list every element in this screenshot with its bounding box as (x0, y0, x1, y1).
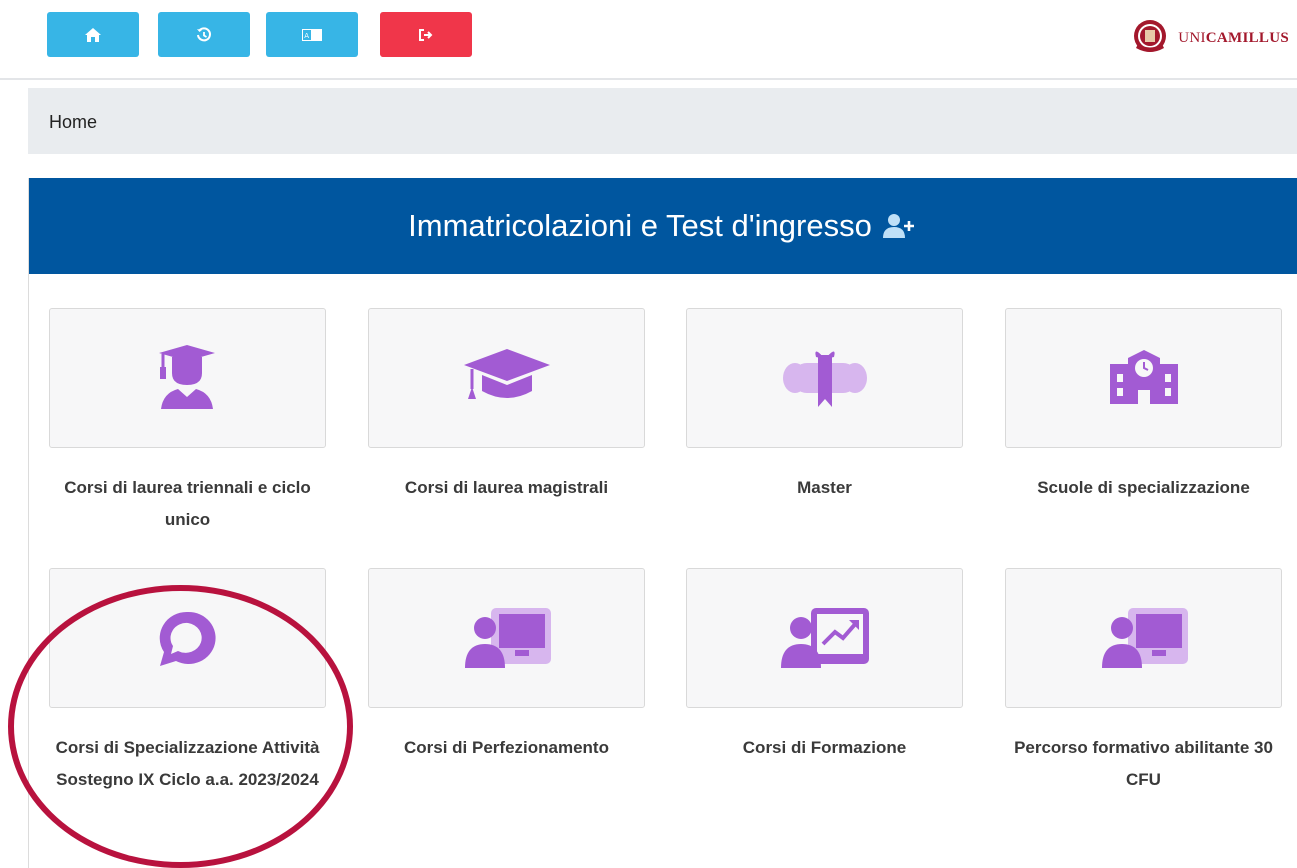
card-icon-box[interactable] (368, 308, 645, 448)
card-icon-box[interactable] (686, 308, 963, 448)
graduate-student-icon (158, 345, 215, 409)
unicamillus-logo[interactable]: UNICAMILLUS (1126, 14, 1289, 62)
svg-text:A: A (304, 32, 309, 40)
teacher-board-icon (1101, 608, 1188, 668)
card-label[interactable]: Corsi di Perfezionamento (368, 732, 645, 764)
card-label[interactable]: Master (686, 472, 963, 504)
home-button[interactable] (47, 12, 139, 57)
card-label[interactable]: Scuole di specializzazione (1005, 472, 1282, 504)
breadcrumb: Home (28, 88, 1297, 154)
card-icon-box[interactable] (49, 308, 326, 448)
language-button[interactable]: A (266, 12, 358, 57)
card-icon-box[interactable] (686, 568, 963, 708)
card-label[interactable]: Corsi di laurea triennali e ciclo unico (49, 472, 326, 536)
card-label[interactable]: Corsi di laurea magistrali (368, 472, 645, 504)
card-corsi-formazione[interactable]: Corsi di Formazione (686, 568, 963, 764)
card-corsi-laurea-magistrali[interactable]: Corsi di laurea magistrali (368, 308, 645, 504)
logo-crest-icon (1134, 20, 1167, 52)
card-master[interactable]: Master (686, 308, 963, 504)
presentation-chart-icon (780, 608, 869, 668)
history-icon (197, 26, 211, 41)
brand-name: UNICAMILLUS (1178, 29, 1289, 46)
card-corsi-laurea-triennali[interactable]: Corsi di laurea triennali e ciclo unico (49, 308, 326, 536)
logout-icon (419, 28, 433, 41)
home-icon (85, 27, 101, 42)
card-percorso-formativo-30cfu[interactable]: Percorso formativo abilitante 30 CFU (1005, 568, 1282, 796)
card-icon-box[interactable] (368, 568, 645, 708)
diploma-scroll-icon (782, 351, 867, 407)
school-building-icon (1109, 350, 1178, 404)
language-icon: A (302, 28, 322, 41)
page-title: Immatricolazioni e Test d'ingresso (408, 208, 872, 243)
highlight-circle-annotation (8, 585, 353, 868)
history-button[interactable] (158, 12, 250, 57)
card-label[interactable]: Corsi di Formazione (686, 732, 963, 764)
card-corsi-perfezionamento[interactable]: Corsi di Perfezionamento (368, 568, 645, 764)
logout-button[interactable] (380, 12, 472, 57)
card-scuole-specializzazione[interactable]: Scuole di specializzazione (1005, 308, 1282, 504)
card-icon-box[interactable] (1005, 308, 1282, 448)
card-label[interactable]: Percorso formativo abilitante 30 CFU (1005, 732, 1282, 796)
breadcrumb-home-link[interactable]: Home (49, 112, 97, 132)
user-plus-icon (882, 214, 914, 238)
card-icon-box[interactable] (1005, 568, 1282, 708)
graduation-cap-icon (463, 349, 550, 399)
top-toolbar: A UNICAMILLUS (0, 0, 1297, 80)
teacher-board-icon (464, 608, 551, 668)
panel-header: Immatricolazioni e Test d'ingresso (29, 178, 1297, 274)
